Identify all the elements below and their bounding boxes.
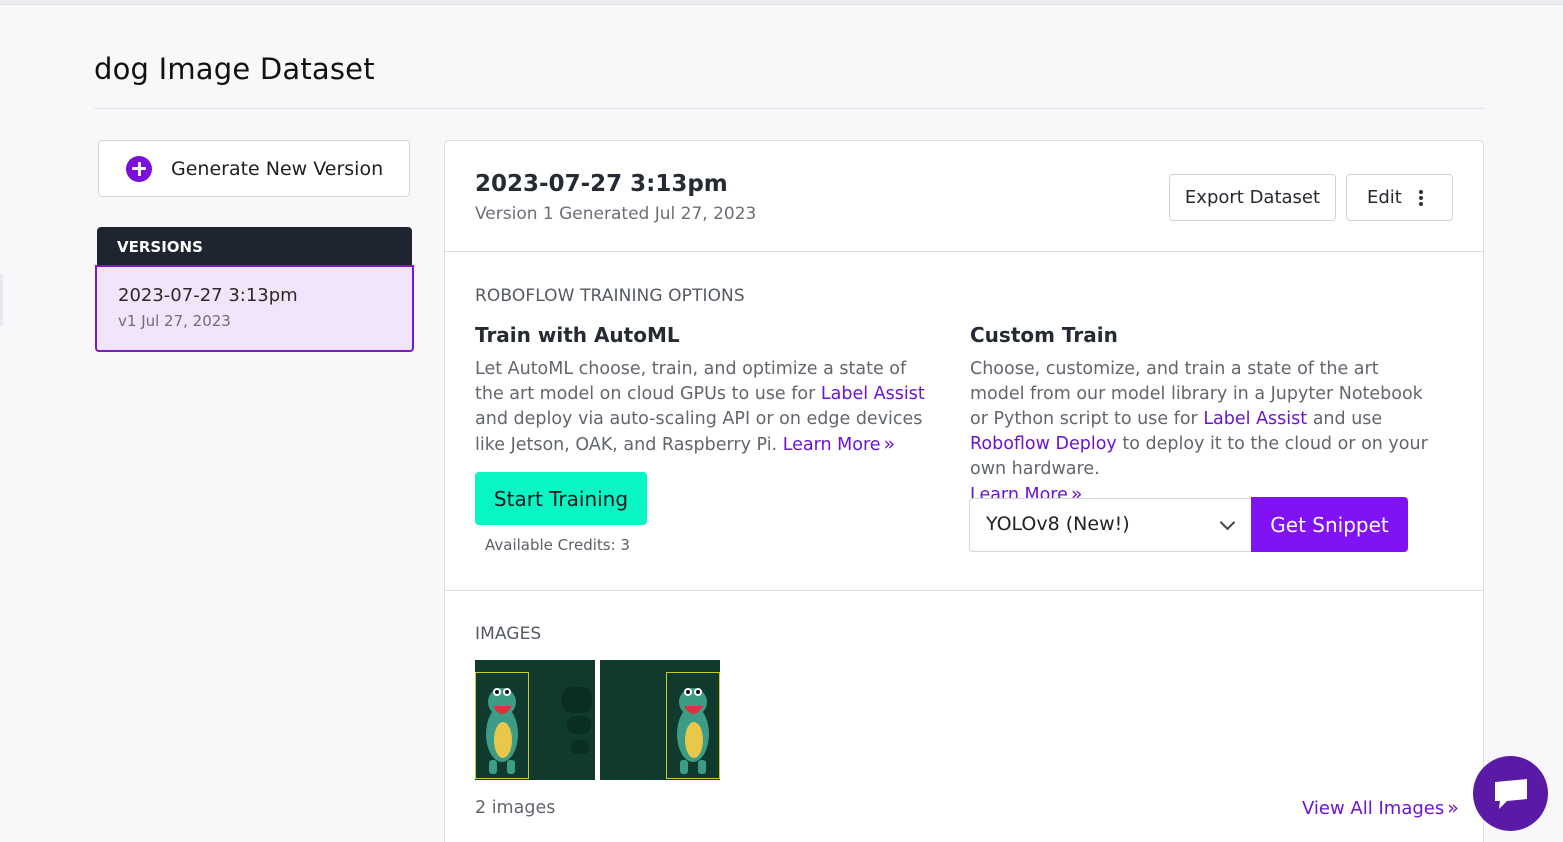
automl-learn-more-label: Learn More bbox=[782, 435, 881, 455]
kebab-menu-icon bbox=[1419, 190, 1423, 206]
version-title: 2023-07-27 3:13pm bbox=[475, 171, 728, 197]
top-bar-edge bbox=[0, 0, 1563, 5]
header-divider bbox=[445, 251, 1483, 252]
generate-new-version-button[interactable]: Generate New Version bbox=[98, 140, 410, 197]
side-tab-edge bbox=[0, 274, 3, 326]
page-title: dog Image Dataset bbox=[94, 52, 375, 86]
edit-button[interactable]: Edit bbox=[1346, 174, 1453, 221]
annotation-box bbox=[475, 672, 529, 779]
version-item-subtitle: v1 Jul 27, 2023 bbox=[118, 312, 231, 330]
view-all-images-link[interactable]: View All Images» bbox=[1302, 797, 1459, 819]
start-training-button[interactable]: Start Training bbox=[475, 472, 647, 525]
chevron-down-icon bbox=[1219, 514, 1236, 531]
version-panel: 2023-07-27 3:13pm Version 1 Generated Ju… bbox=[444, 140, 1484, 842]
double-chevron-right-icon: » bbox=[1447, 797, 1459, 819]
view-all-images-label: View All Images bbox=[1302, 798, 1445, 819]
roboflow-deploy-link[interactable]: Roboflow Deploy bbox=[970, 434, 1117, 454]
version-item-title: 2023-07-27 3:13pm bbox=[118, 285, 298, 306]
label-assist-link[interactable]: Label Assist bbox=[821, 384, 925, 404]
versions-header: VERSIONS bbox=[97, 227, 412, 267]
export-dataset-button[interactable]: Export Dataset bbox=[1169, 174, 1336, 221]
image-count: 2 images bbox=[475, 798, 556, 818]
automl-description: Let AutoML choose, train, and optimize a… bbox=[475, 357, 930, 458]
images-section-label: IMAGES bbox=[475, 624, 542, 644]
custom-train-title: Custom Train bbox=[970, 323, 1118, 347]
annotation-box bbox=[666, 672, 720, 779]
custom-text-2: and use bbox=[1307, 409, 1383, 429]
version-list-item[interactable]: 2023-07-27 3:13pm v1 Jul 27, 2023 bbox=[95, 265, 414, 352]
training-options-label: ROBOFLOW TRAINING OPTIONS bbox=[475, 286, 745, 306]
available-credits: Available Credits: 3 bbox=[485, 536, 630, 554]
get-snippet-button[interactable]: Get Snippet bbox=[1251, 497, 1408, 552]
generate-new-version-label: Generate New Version bbox=[171, 157, 384, 180]
custom-label-assist-link[interactable]: Label Assist bbox=[1203, 409, 1307, 429]
image-thumbnail[interactable] bbox=[600, 660, 720, 780]
training-divider bbox=[445, 590, 1483, 591]
image-thumbnail[interactable] bbox=[475, 660, 595, 780]
model-select[interactable]: YOLOv8 (New!) bbox=[969, 498, 1252, 552]
double-chevron-right-icon: » bbox=[883, 433, 896, 455]
automl-learn-more-link[interactable]: Learn More» bbox=[782, 433, 896, 455]
edit-label: Edit bbox=[1367, 187, 1402, 208]
automl-title: Train with AutoML bbox=[475, 323, 680, 347]
chat-bubble-icon bbox=[1494, 778, 1527, 809]
version-subtitle: Version 1 Generated Jul 27, 2023 bbox=[475, 204, 757, 224]
chat-widget-button[interactable] bbox=[1473, 756, 1548, 831]
custom-train-description: Choose, customize, and train a state of … bbox=[970, 357, 1435, 508]
plus-circle-icon bbox=[126, 155, 152, 182]
model-select-value: YOLOv8 (New!) bbox=[986, 513, 1130, 535]
title-divider bbox=[94, 108, 1484, 109]
